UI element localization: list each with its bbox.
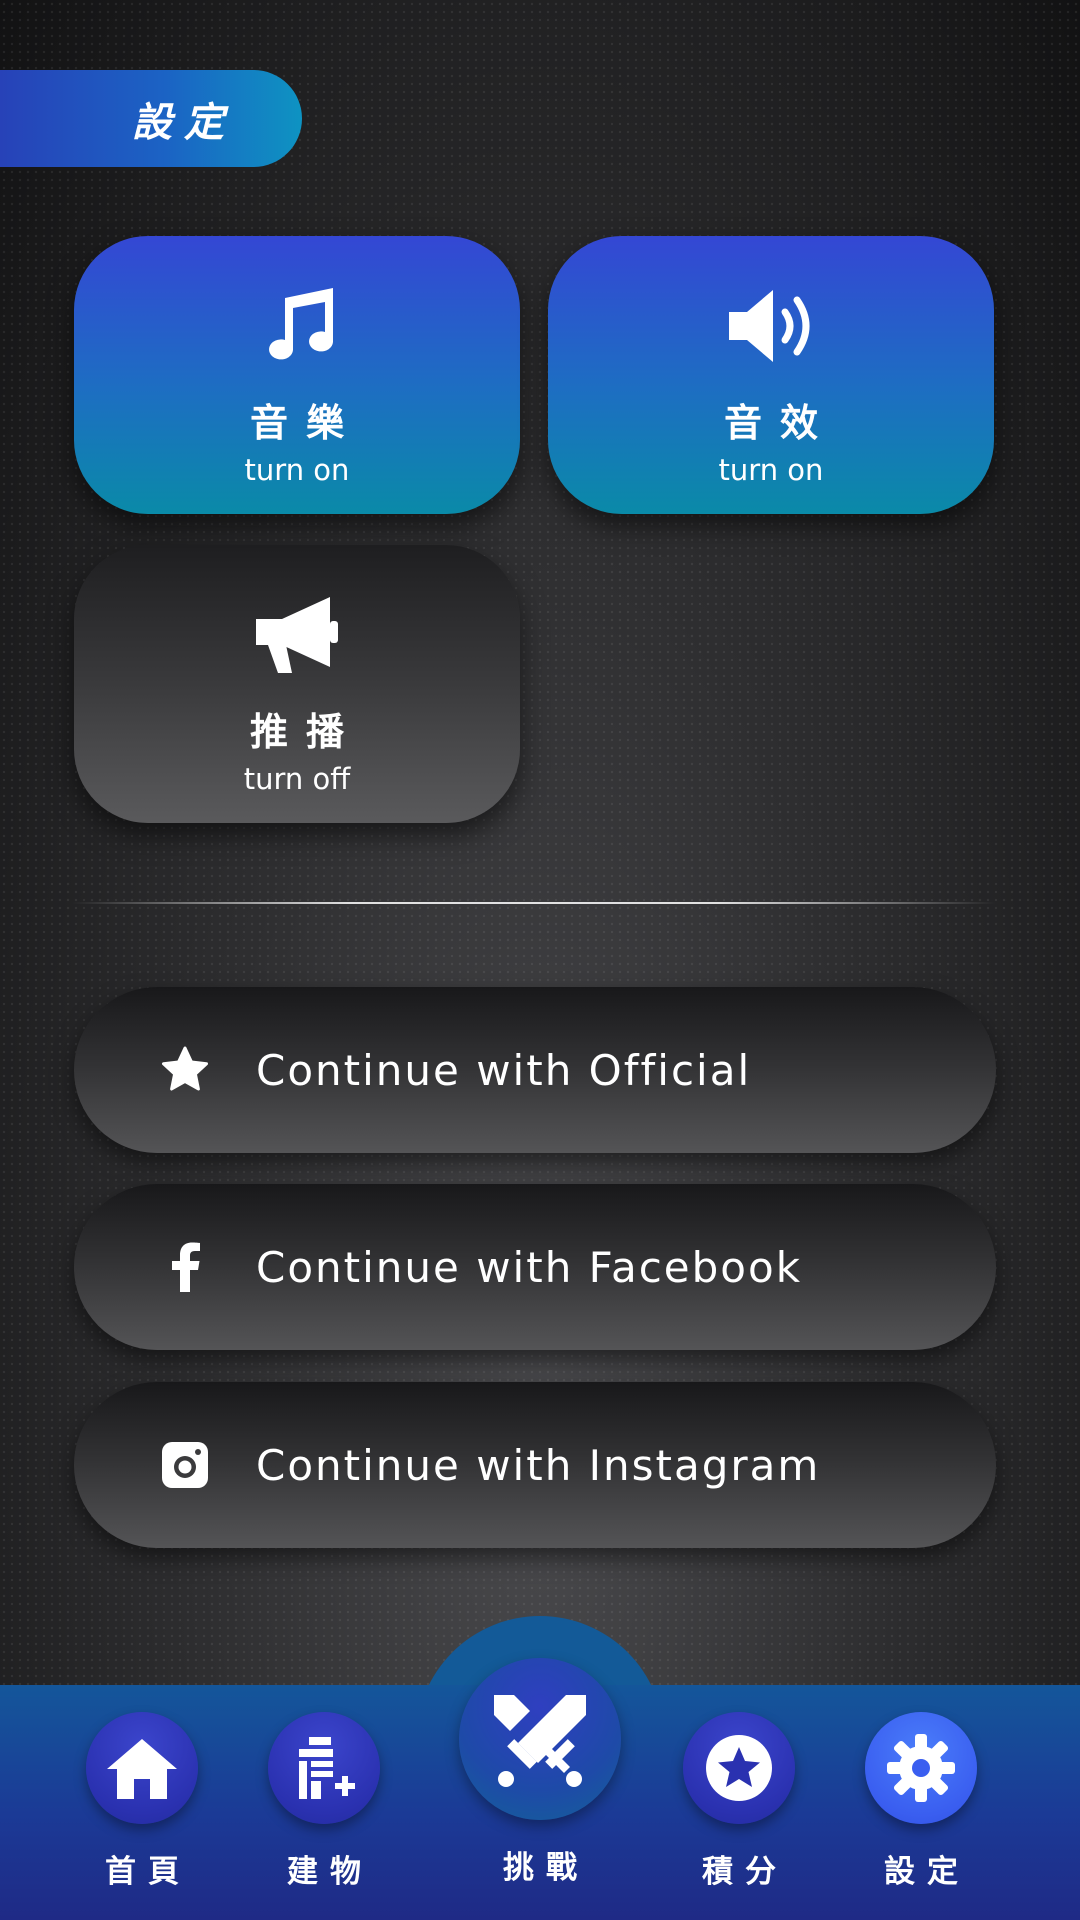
nav-label-settings: 設定: [884, 1854, 970, 1890]
push-label: 推播: [249, 710, 362, 754]
nav-label-home: 首頁: [105, 1854, 191, 1890]
nav-item-points[interactable]: 積分: [683, 1712, 795, 1891]
continue-facebook-button[interactable]: Continue with Facebook: [74, 1184, 996, 1350]
instagram-icon: [150, 1430, 220, 1500]
nav-label-challenge: 挑戰: [503, 1850, 589, 1886]
continue-official-label: Continue with Official: [256, 1045, 752, 1095]
home-icon: [86, 1712, 198, 1824]
continue-instagram-label: Continue with Instagram: [256, 1440, 821, 1490]
continue-instagram-button[interactable]: Continue with Instagram: [74, 1382, 996, 1548]
nav-item-buildings[interactable]: 建物: [268, 1712, 380, 1891]
star-badge-icon: [683, 1712, 795, 1824]
nav-label-buildings: 建物: [287, 1854, 373, 1890]
nav-label-points: 積分: [702, 1854, 788, 1890]
nav-item-home[interactable]: 首頁: [86, 1712, 198, 1891]
music-label: 音樂: [249, 401, 362, 445]
megaphone-icon: [252, 593, 342, 677]
facebook-icon: [150, 1232, 220, 1302]
gear-icon: [865, 1712, 977, 1824]
push-state: turn off: [243, 762, 351, 796]
continue-facebook-label: Continue with Facebook: [256, 1242, 803, 1292]
push-notification-toggle[interactable]: 推播 turn off: [74, 545, 520, 823]
star-icon: [150, 1035, 220, 1105]
page-title-tab: 設定: [0, 70, 302, 167]
music-toggle[interactable]: 音樂 turn on: [74, 236, 520, 514]
section-divider: [72, 902, 996, 904]
continue-official-button[interactable]: Continue with Official: [74, 987, 996, 1153]
page-title: 設定: [132, 99, 236, 146]
speaker-icon: [723, 284, 819, 368]
nav-item-settings[interactable]: 設定: [865, 1712, 977, 1891]
sound-effects-toggle[interactable]: 音效 turn on: [548, 236, 994, 514]
crossed-swords-icon: [459, 1658, 621, 1820]
building-add-icon: [268, 1712, 380, 1824]
music-state: turn on: [244, 453, 350, 487]
music-note-icon: [255, 284, 339, 368]
sound-effects-state: turn on: [718, 453, 824, 487]
nav-item-challenge[interactable]: 挑戰: [459, 1658, 621, 1887]
sound-effects-label: 音效: [723, 401, 836, 445]
